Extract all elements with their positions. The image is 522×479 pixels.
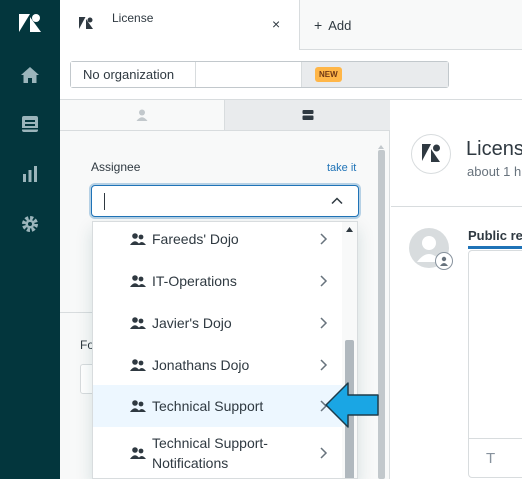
organization-selector[interactable]: No organization [71,62,196,87]
apps-icon [302,110,313,120]
group-icon [130,316,146,329]
list-item-label: Jonathans Dojo [152,357,250,373]
reply-editor[interactable] [468,250,522,478]
zendesk-ticket-icon [78,17,94,36]
list-item-label: Fareeds' Dojo [152,231,239,247]
tab-license[interactable]: License × [60,0,300,51]
scroll-up-icon[interactable] [345,226,354,233]
list-item[interactable]: Javier's Dojo [93,302,342,344]
ticket-timestamp: about 1 h [467,164,522,179]
editor-toolbar-divider [468,438,522,439]
organization-label: No organization [83,67,175,82]
group-icon [130,446,146,459]
chevron-right-icon [320,447,328,459]
group-icon [130,358,146,371]
user-icon [440,256,448,266]
tab-apps[interactable] [224,100,390,131]
reporting-icon[interactable] [0,154,60,194]
divider [60,312,92,313]
list-item-label: Technical Support [152,398,264,414]
group-icon [130,232,146,245]
views-icon[interactable] [0,104,60,144]
assignee-field[interactable] [91,185,359,217]
ticket-logo-icon [411,134,451,174]
add-tab-button[interactable]: + Add [314,17,351,33]
close-icon[interactable]: × [272,16,280,32]
list-item-label-line2: Notifications [152,455,229,471]
gear-icon[interactable] [0,204,60,244]
chevron-right-icon [320,233,328,245]
status-badge: NEW [315,67,342,82]
dropdown-scrollbar[interactable] [342,222,357,478]
assignee-dropdown: Fareeds' Dojo IT-Operations Javier's Doj… [92,221,358,479]
list-item-technical-support[interactable]: Technical Support [93,385,342,427]
divider [391,206,522,207]
text-cursor [104,193,105,210]
list-item[interactable]: Fareeds' Dojo [93,222,342,260]
list-item-label-line1: Technical Support- [152,435,268,451]
home-icon[interactable] [0,55,60,95]
list-item[interactable]: Jonathans Dojo [93,344,342,386]
list-item-label: Javier's Dojo [152,315,232,331]
tab-indicator [468,246,522,249]
group-icon [130,274,146,287]
take-it-link[interactable]: take it [327,162,356,174]
user-icon [136,109,148,121]
add-tab-label: Add [328,17,352,33]
breadcrumb: No organization NEW [70,61,449,88]
tab-bar: License × + Add [60,0,522,51]
tab-public-reply[interactable]: Public re [468,228,522,243]
assignee-label: Assignee [91,160,141,174]
chevron-right-icon [320,275,328,287]
list-item[interactable]: Technical Support- Notifications [93,428,342,478]
avatar [409,228,453,270]
group-icon [130,399,146,412]
new-ticket-segment[interactable]: NEW [302,62,448,87]
list-item[interactable]: IT-Operations [93,260,342,302]
chevron-right-icon [320,317,328,329]
plus-icon: + [314,17,323,33]
requester-selector[interactable] [196,62,302,87]
arrow-left-icon [325,382,379,428]
tab-title: License [112,11,154,25]
list-item-label: Technical Support- Notifications [152,433,268,473]
list-item-label: IT-Operations [152,273,237,289]
tab-user[interactable] [60,100,224,131]
nav-rail [0,0,60,479]
organization-bar: No organization NEW [60,50,522,100]
chevron-up-icon[interactable] [330,194,344,208]
zendesk-logo-icon[interactable] [0,4,60,44]
ticket-title: Licens [466,138,522,160]
agent-badge [435,252,453,270]
text-format-button[interactable]: T [486,450,495,467]
chevron-right-icon [320,359,328,371]
